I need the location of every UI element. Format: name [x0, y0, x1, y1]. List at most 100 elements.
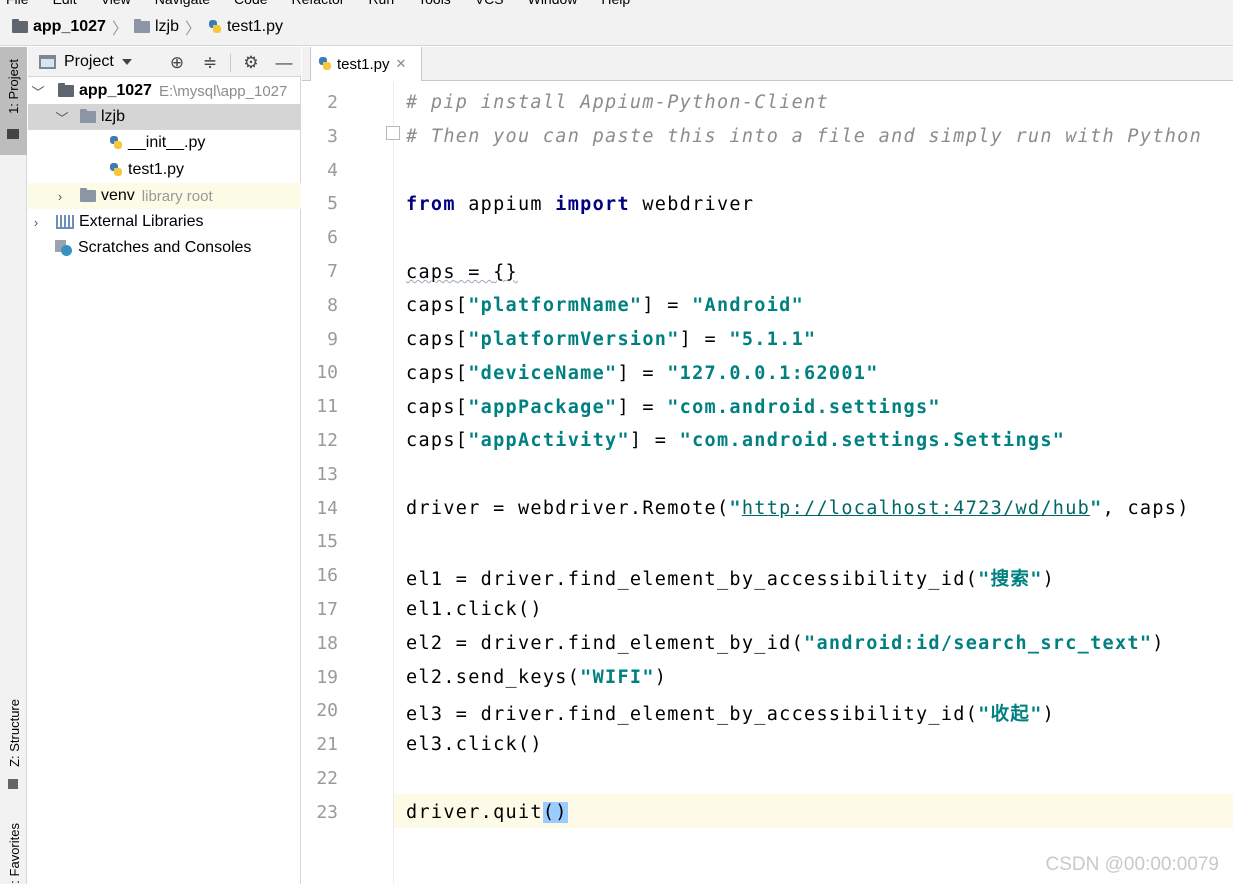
library-icon	[56, 215, 74, 229]
line-number: 18	[316, 632, 338, 654]
folder-icon	[58, 83, 74, 97]
tree-item-scratches[interactable]: Scratches and Consoles	[28, 235, 301, 261]
code-line[interactable]: from appium import webdriver	[406, 194, 754, 215]
fold-marker-icon[interactable]	[386, 126, 400, 140]
project-tool-label: 1: Project	[6, 59, 21, 114]
code-line[interactable]: el2.send_keys("WIFI")	[406, 667, 667, 688]
code-line[interactable]: el1.click()	[406, 599, 543, 620]
menu-item[interactable]: Code	[234, 0, 267, 7]
favorites-tool-label: 2: Favorites	[7, 823, 22, 884]
menu-item[interactable]: Refactor	[292, 0, 345, 7]
line-number: 6	[327, 227, 338, 249]
folder-icon	[80, 188, 96, 202]
code-line[interactable]: driver.quit()	[406, 802, 568, 823]
menu-item[interactable]: Help	[601, 0, 630, 7]
hide-panel-icon[interactable]: —	[274, 53, 294, 73]
line-number: 9	[327, 328, 338, 350]
folder-icon	[133, 18, 150, 33]
tree-item-external-libraries[interactable]: › External Libraries	[28, 209, 301, 235]
chevron-right-icon: ›	[57, 188, 63, 204]
project-panel-header: Project ⊕ ≑ ⚙ —	[28, 47, 301, 77]
code-line[interactable]: caps = {}	[406, 262, 518, 283]
watermark: CSDN @00:00:0079	[1045, 854, 1220, 875]
code-line[interactable]: caps["appActivity"] = "com.android.setti…	[406, 430, 1065, 451]
menu-item[interactable]: Edit	[53, 0, 77, 7]
line-number: 13	[316, 463, 338, 485]
tree-item-init-py[interactable]: __init__.py	[28, 130, 301, 156]
close-icon[interactable]: ✕	[396, 56, 407, 72]
chevron-right-icon: 〉	[184, 20, 201, 38]
divider	[230, 54, 231, 72]
scratches-icon	[55, 239, 73, 257]
project-view-selector[interactable]: Project	[39, 53, 132, 71]
structure-icon	[8, 779, 18, 789]
code-line[interactable]: el3.click()	[406, 734, 543, 755]
menu-item[interactable]: Window	[528, 0, 578, 7]
line-number: 19	[316, 666, 338, 688]
menu-item[interactable]: Run	[368, 0, 394, 7]
code-line[interactable]: el3 = driver.find_element_by_accessibili…	[406, 700, 1055, 726]
code-line[interactable]: el2 = driver.find_element_by_id("android…	[406, 633, 1165, 654]
menu-item[interactable]: Tools	[418, 0, 451, 7]
editor-tab-bar: test1.py ✕	[302, 47, 1233, 82]
line-number: 12	[316, 430, 338, 451]
menu-item[interactable]: Navigate	[155, 0, 210, 7]
project-window-icon	[39, 54, 56, 69]
structure-tool-button[interactable]: Z: Structure	[0, 697, 27, 797]
chevron-right-icon: 〉	[111, 20, 128, 38]
line-number: 14	[316, 497, 338, 519]
menu-item[interactable]: View	[101, 0, 131, 7]
line-number: 8	[327, 294, 338, 316]
chevron-down-icon: ﹀	[31, 84, 45, 100]
code-editor[interactable]: 2 3 4 5 6 7 8 9 10 11 12 13 14 15 16 17 18 19 20 21 22 23 # p…	[302, 82, 1233, 884]
gear-icon[interactable]: ⚙	[241, 53, 261, 73]
menu-item[interactable]: VCS	[475, 0, 504, 7]
line-number: 4	[327, 159, 338, 181]
code-line[interactable]: caps["appPackage"] = "com.android.settin…	[406, 397, 941, 418]
breadcrumb-file[interactable]: test1.py	[207, 18, 283, 36]
python-file-icon	[317, 56, 333, 72]
folder-icon	[12, 18, 28, 33]
tool-window-strip: 1: Project Z: Structure 2: Favorites	[0, 47, 27, 884]
code-line[interactable]: driver = webdriver.Remote("http://localh…	[406, 498, 1190, 519]
menu-item[interactable]: File	[6, 0, 29, 7]
project-panel: Project ⊕ ≑ ⚙ — ﹀ app_1027 E:\mysql\app_…	[28, 47, 301, 884]
python-file-icon	[207, 19, 223, 35]
line-number: 5	[327, 193, 338, 215]
tree-item-venv[interactable]: › venv library root	[28, 183, 301, 209]
folder-icon	[7, 129, 19, 139]
tree-item-test1-py[interactable]: test1.py	[28, 157, 301, 183]
chevron-down-icon: ﹀	[55, 110, 69, 126]
line-number: 22	[316, 768, 338, 789]
line-number: 20	[316, 700, 338, 722]
code-line[interactable]: # pip install Appium-Python-Client	[406, 92, 829, 113]
line-number: 7	[327, 261, 338, 282]
tree-item-lzjb[interactable]: ﹀ lzjb	[28, 104, 301, 130]
line-number: 3	[327, 125, 338, 147]
code-line[interactable]: caps["platformName"] = "Android"	[406, 295, 804, 316]
line-number: 10	[316, 362, 338, 384]
breadcrumb-project[interactable]: app_1027	[12, 18, 106, 36]
line-number: 23	[316, 801, 338, 823]
code-line[interactable]: # Then you can paste this into a file an…	[406, 126, 1202, 147]
url-link[interactable]: http://localhost:4723/wd/hub	[742, 498, 1090, 519]
code-line[interactable]: caps["platformVersion"] = "5.1.1"	[406, 329, 817, 350]
tab-test1-py[interactable]: test1.py ✕	[310, 47, 422, 82]
locate-icon[interactable]: ⊕	[167, 53, 187, 73]
chevron-down-icon	[121, 58, 132, 65]
code-line[interactable]: caps["deviceName"] = "127.0.0.1:62001"	[406, 363, 879, 384]
python-file-icon	[108, 162, 124, 178]
line-number: 2	[327, 92, 338, 113]
folder-icon	[80, 109, 96, 123]
code-line[interactable]: el1 = driver.find_element_by_accessibili…	[406, 565, 1055, 591]
chevron-right-icon: ›	[33, 214, 39, 230]
matched-paren-highlight: ()	[542, 802, 568, 823]
favorites-tool-button[interactable]: 2: Favorites	[0, 817, 27, 884]
project-tool-button[interactable]: 1: Project	[0, 47, 27, 155]
line-number: 15	[316, 531, 338, 553]
python-file-icon	[108, 135, 124, 151]
line-number: 17	[316, 599, 338, 620]
tree-item-app_1027[interactable]: ﹀ app_1027 E:\mysql\app_1027	[28, 78, 301, 104]
breadcrumb-folder[interactable]: lzjb	[133, 18, 179, 36]
collapse-all-icon[interactable]: ≑	[200, 53, 220, 73]
